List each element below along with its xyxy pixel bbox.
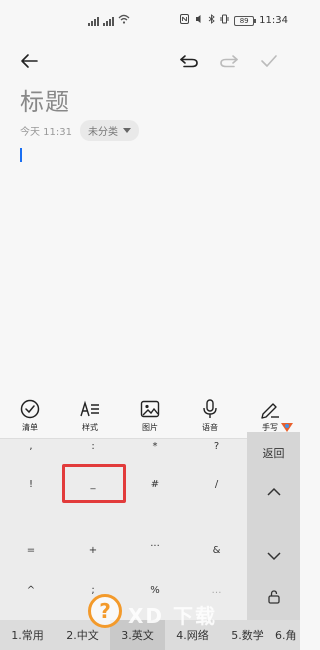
tab-common[interactable]: 1.常用	[0, 620, 55, 650]
note-title[interactable]: 标题	[20, 82, 70, 117]
key-plus[interactable]: +	[62, 532, 124, 568]
key-question[interactable]: ?	[186, 430, 247, 463]
scroll-up-key[interactable]	[247, 472, 300, 510]
undo-icon[interactable]	[176, 48, 202, 74]
lock-icon	[267, 590, 280, 604]
text-style-icon	[80, 398, 100, 420]
category-label: 未分类	[88, 127, 118, 138]
tab-math[interactable]: 5.数学	[220, 620, 275, 650]
category-dropdown[interactable]: 未分类	[80, 120, 139, 141]
key-ampersand[interactable]: &	[186, 532, 247, 568]
pen-icon	[260, 398, 280, 420]
back-arrow-icon[interactable]	[16, 48, 42, 74]
chevron-up-icon	[266, 487, 281, 496]
system-indicators: 89 11:34	[180, 14, 288, 27]
chevron-down-icon	[123, 128, 131, 133]
wifi-icon	[118, 14, 130, 27]
scroll-down-key[interactable]	[247, 537, 300, 575]
vibrate-icon	[220, 14, 229, 27]
key-hash[interactable]: #	[124, 466, 186, 502]
text-cursor[interactable]	[20, 148, 22, 162]
highlight-box	[62, 464, 126, 503]
back-key[interactable]: 返回	[247, 434, 300, 472]
signal-icon-2	[103, 16, 114, 26]
image-icon	[140, 398, 160, 420]
microphone-icon	[202, 398, 218, 420]
confirm-check-icon[interactable]	[256, 48, 282, 74]
key-comma[interactable]: ,	[0, 430, 62, 463]
silent-icon	[194, 14, 203, 27]
note-date: 今天 11:31	[20, 127, 72, 138]
editor-toolbar	[0, 42, 300, 80]
key-equals[interactable]: =	[0, 532, 62, 568]
bluetooth-icon	[208, 14, 215, 27]
lock-key[interactable]	[247, 578, 300, 616]
nfc-icon	[180, 14, 190, 27]
notes-screen: 89 11:34 标题 今天 11:31 未分类 清单 样式 图片 语音 手写 …	[0, 0, 300, 650]
chevron-down-icon	[266, 551, 281, 560]
checklist-icon	[20, 398, 40, 420]
key-asterisk[interactable]: *	[124, 430, 186, 463]
key-exclamation[interactable]: !	[0, 466, 62, 502]
key-caret[interactable]: ^	[0, 572, 62, 608]
keyboard-logo-icon	[280, 418, 294, 432]
key-dots[interactable]: ···	[124, 528, 186, 564]
clock: 11:34	[259, 15, 288, 26]
status-bar: 89 11:34	[0, 0, 300, 42]
signal-icon	[88, 16, 99, 26]
redo-icon[interactable]	[216, 48, 242, 74]
watermark-text: XD 下载	[128, 604, 217, 628]
tab-more[interactable]: 6.角	[275, 620, 300, 650]
watermark-logo: ?	[88, 594, 122, 628]
key-slash[interactable]: /	[186, 466, 247, 502]
note-meta: 今天 11:31 未分类	[20, 120, 139, 141]
key-colon[interactable]: :	[62, 430, 124, 463]
network-indicators	[88, 14, 130, 27]
battery-icon: 89	[234, 15, 257, 26]
